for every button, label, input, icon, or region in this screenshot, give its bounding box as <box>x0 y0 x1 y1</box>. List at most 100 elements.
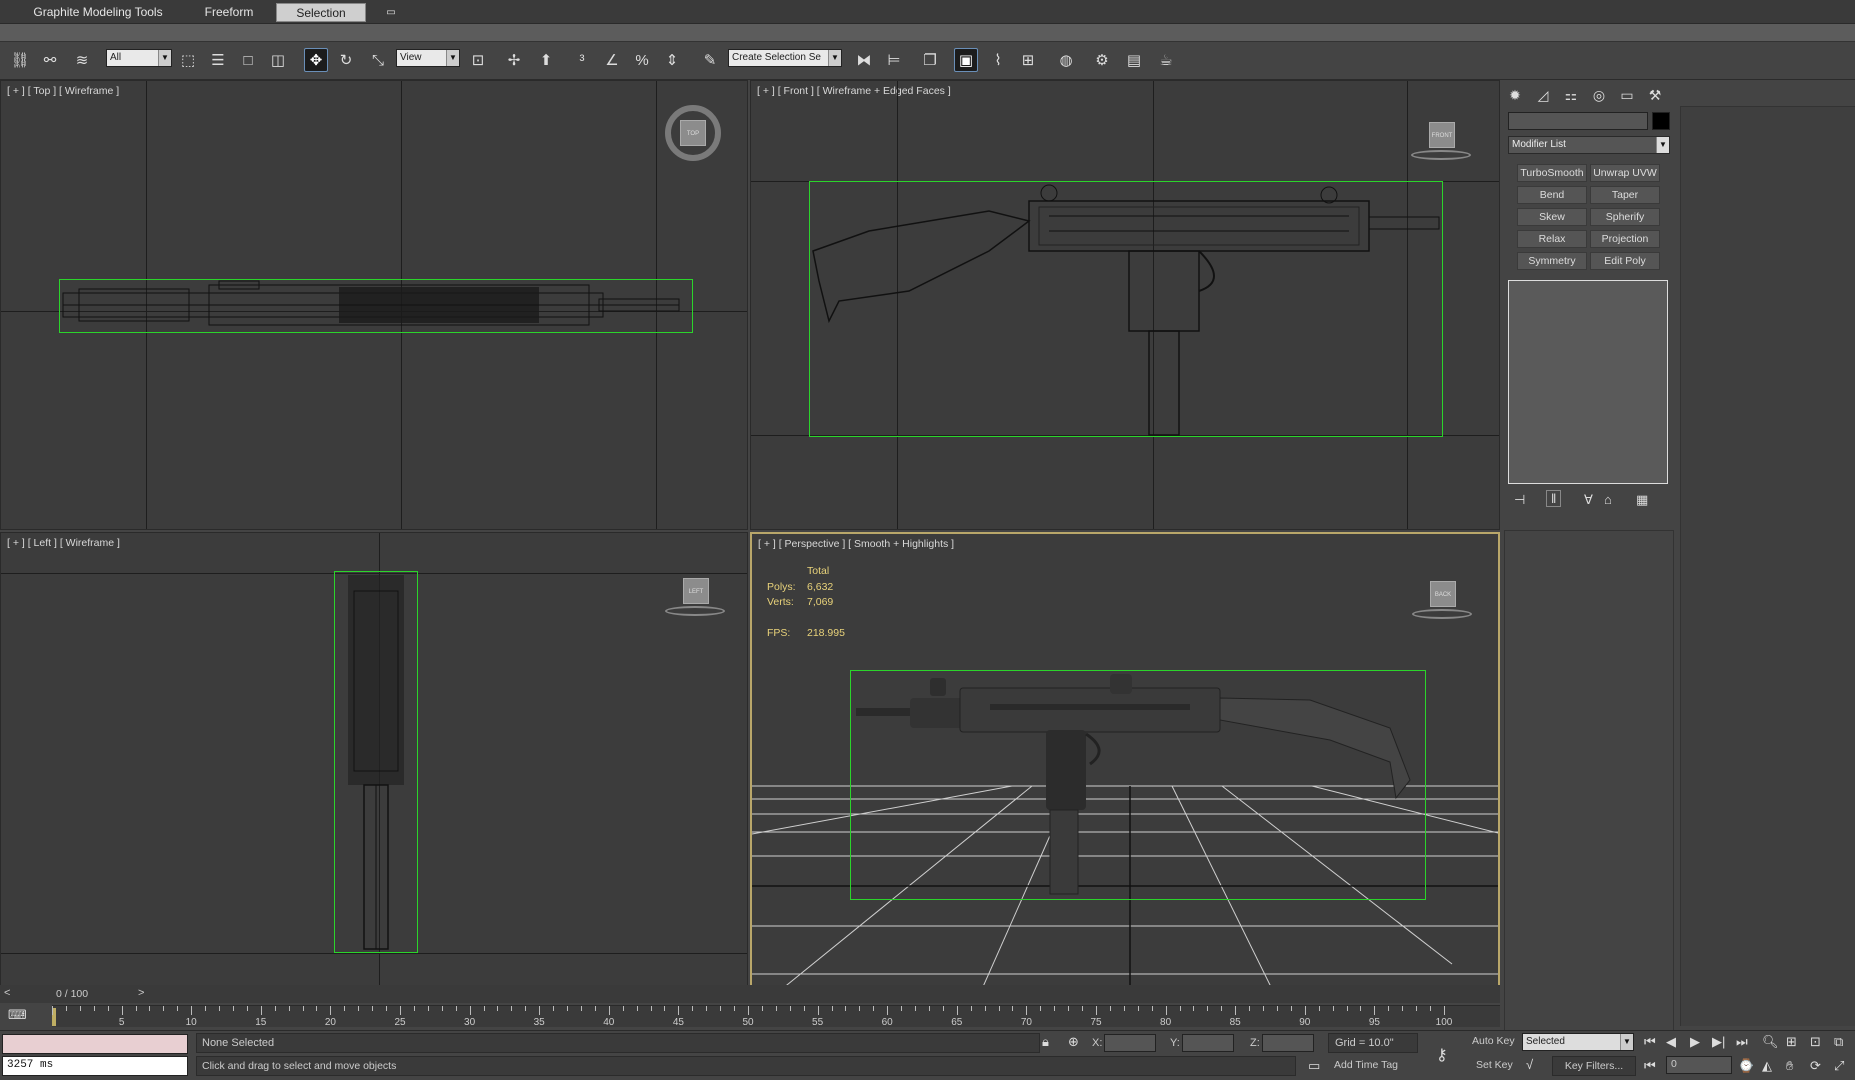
viewcube[interactable]: LEFT <box>665 575 725 625</box>
viewport-top[interactable]: [ + ] [ Top ] [ Wireframe ] TOP <box>0 80 748 530</box>
set-key-button[interactable]: Set Key <box>1476 1059 1513 1071</box>
unlink-icon[interactable]: ⚯ <box>38 48 62 72</box>
select-object-icon[interactable]: ⬚ <box>176 48 200 72</box>
curve-editor-mini-icon[interactable]: ⌨ <box>8 1007 34 1025</box>
ribbon-toggle-icon[interactable]: ▭ <box>380 3 402 22</box>
viewport-front[interactable]: [ + ] [ Front ] [ Wireframe + Edged Face… <box>750 80 1500 530</box>
goto-end-icon[interactable]: ⏭ <box>1736 1034 1748 1050</box>
modify-tab-icon[interactable]: ◿ <box>1532 84 1554 106</box>
select-and-move-icon[interactable]: ✥ <box>304 48 328 72</box>
viewport-label[interactable]: [ + ] [ Front ] [ Wireframe + Edged Face… <box>757 85 951 97</box>
previous-frame-icon[interactable]: ◀ <box>1666 1034 1676 1050</box>
projection-button[interactable]: Projection <box>1590 230 1660 248</box>
z-coordinate-field[interactable] <box>1262 1034 1314 1052</box>
select-and-rotate-icon[interactable]: ↻ <box>334 48 358 72</box>
pivot-center-icon[interactable]: ⊡ <box>466 48 490 72</box>
chevron-left-icon[interactable]: < <box>4 987 10 999</box>
symmetry-button[interactable]: Symmetry <box>1517 252 1587 270</box>
viewcube-face[interactable]: FRONT <box>1429 122 1455 148</box>
lock-selection-icon[interactable]: 🔒︎ <box>1042 1034 1049 1050</box>
snaps-toggle-icon[interactable]: ³ <box>570 48 594 72</box>
turbosmooth-button[interactable]: TurboSmooth <box>1517 164 1587 182</box>
time-slider[interactable]: < 0 / 100 > <box>0 985 150 1003</box>
schematic-view-icon[interactable]: ⊞ <box>1016 48 1040 72</box>
zoom-extents-all-icon[interactable]: ⧉ <box>1834 1034 1843 1050</box>
display-tab-icon[interactable]: ▭ <box>1616 84 1638 106</box>
tab-freeform[interactable]: Freeform <box>192 3 266 22</box>
viewport-left[interactable]: [ + ] [ Left ] [ Wireframe ] LEFT <box>0 532 748 987</box>
time-tag-icon[interactable]: ▭ <box>1308 1058 1320 1074</box>
pan-view-icon[interactable]: ✋︎ <box>1786 1058 1793 1074</box>
selection-filter-dropdown[interactable]: All ▼ <box>106 49 172 67</box>
add-time-tag-button[interactable]: Add Time Tag <box>1328 1056 1418 1076</box>
layer-manager-icon[interactable]: ❐ <box>918 48 942 72</box>
zoom-icon[interactable]: 🔍︎ <box>1762 1034 1779 1050</box>
viewport-perspective[interactable]: [ + ] [ Perspective ] [ Smooth + Highlig… <box>750 532 1500 987</box>
link-icon[interactable]: ⛓ <box>8 48 32 72</box>
ribbon-toggle-icon[interactable]: ▣ <box>954 48 978 72</box>
align-icon[interactable]: ⊨ <box>882 48 906 72</box>
utilities-tab-icon[interactable]: ⚒ <box>1644 84 1666 106</box>
field-of-view-icon[interactable]: ◭ <box>1762 1058 1772 1074</box>
window-crossing-icon[interactable]: ◫ <box>266 48 290 72</box>
chevron-right-icon[interactable]: > <box>138 987 144 999</box>
current-frame-field[interactable]: 0 <box>1666 1056 1732 1074</box>
rendered-frame-window-icon[interactable]: ▤ <box>1122 48 1146 72</box>
y-coordinate-field[interactable] <box>1182 1034 1234 1052</box>
percent-snap-icon[interactable]: % <box>630 48 654 72</box>
angle-snap-icon[interactable]: ∠ <box>600 48 624 72</box>
goto-start-icon[interactable]: ⏮ <box>1644 1034 1656 1050</box>
named-selection-dropdown[interactable]: Create Selection Se ▼ <box>728 49 842 67</box>
track-bar[interactable]: 5 10 15 20 25 30 35 40 45 50 55 60 65 70 75 80 85 90 95 100 <box>52 1005 1500 1028</box>
time-configuration-icon[interactable]: ⌚ <box>1738 1058 1754 1074</box>
x-coordinate-field[interactable] <box>1104 1034 1156 1052</box>
rectangular-selection-icon[interactable]: □ <box>236 48 260 72</box>
tab-graphite-modeling-tools[interactable]: Graphite Modeling Tools <box>14 3 182 22</box>
play-icon[interactable]: ▶ <box>1690 1034 1700 1050</box>
bend-button[interactable]: Bend <box>1517 186 1587 204</box>
configure-modifier-sets-icon[interactable]: ▦ <box>1636 492 1648 508</box>
viewcube[interactable]: FRONT <box>1411 119 1471 169</box>
render-production-icon[interactable]: ☕ <box>1154 48 1178 72</box>
select-by-name-icon[interactable]: ☰ <box>206 48 230 72</box>
zoom-all-icon[interactable]: ⊞ <box>1786 1034 1797 1050</box>
key-mode-dropdown[interactable]: Selected ▼ <box>1522 1033 1634 1051</box>
viewport-label[interactable]: [ + ] [ Top ] [ Wireframe ] <box>7 85 119 97</box>
orbit-icon[interactable]: ⟳ <box>1810 1058 1821 1074</box>
object-color-swatch[interactable] <box>1652 112 1670 130</box>
make-unique-icon[interactable]: ∀ <box>1584 492 1593 508</box>
tab-selection[interactable]: Selection <box>276 3 366 22</box>
maxscript-listener-white[interactable]: 3257 ms <box>2 1056 188 1076</box>
next-frame-icon[interactable]: ▶| <box>1712 1034 1725 1050</box>
key-filters-button[interactable]: Key Filters... <box>1552 1056 1636 1076</box>
show-end-result-icon[interactable]: ‖ <box>1546 490 1562 507</box>
remove-modifier-icon[interactable]: ⌂ <box>1604 492 1612 507</box>
spinner-snap-icon[interactable]: ⇕ <box>660 48 684 72</box>
hierarchy-tab-icon[interactable]: ⚏ <box>1560 84 1582 106</box>
viewcube-face[interactable]: TOP <box>680 120 706 146</box>
object-name-field[interactable] <box>1508 112 1648 130</box>
material-editor-icon[interactable]: ◍ <box>1054 48 1078 72</box>
maxscript-listener-pink[interactable] <box>2 1034 188 1054</box>
skew-button[interactable]: Skew <box>1517 208 1587 226</box>
motion-tab-icon[interactable]: ◎ <box>1588 84 1610 106</box>
zoom-extents-icon[interactable]: ⊡ <box>1810 1034 1821 1050</box>
key-mode-toggle-icon[interactable]: ⏮ <box>1644 1058 1656 1074</box>
curve-editor-icon[interactable]: ⌇ <box>986 48 1010 72</box>
default-in-out-tangent-icon[interactable]: √ <box>1526 1057 1533 1072</box>
edit-poly-button[interactable]: Edit Poly <box>1590 252 1660 270</box>
viewcube-face[interactable]: LEFT <box>683 578 709 604</box>
key-icon[interactable]: ⚷ <box>1436 1045 1448 1065</box>
modifier-stack-list[interactable] <box>1508 280 1668 484</box>
bind-space-warp-icon[interactable]: ≋ <box>70 48 94 72</box>
mirror-icon[interactable]: ⧓ <box>852 48 876 72</box>
auto-key-button[interactable]: Auto Key <box>1472 1035 1515 1047</box>
manipulate-icon[interactable]: ✢ <box>502 48 526 72</box>
modifier-list-dropdown[interactable]: Modifier List ▼ <box>1508 136 1670 154</box>
absolute-relative-toggle-icon[interactable]: ⊕ <box>1068 1034 1079 1050</box>
maximize-viewport-icon[interactable]: ⤢ <box>1834 1058 1844 1074</box>
spherify-button[interactable]: Spherify <box>1590 208 1660 226</box>
viewport-label[interactable]: [ + ] [ Left ] [ Wireframe ] <box>7 537 120 549</box>
keyboard-shortcut-override-icon[interactable]: ⬆ <box>534 48 558 72</box>
unwrap-uvw-button[interactable]: Unwrap UVW <box>1590 164 1660 182</box>
